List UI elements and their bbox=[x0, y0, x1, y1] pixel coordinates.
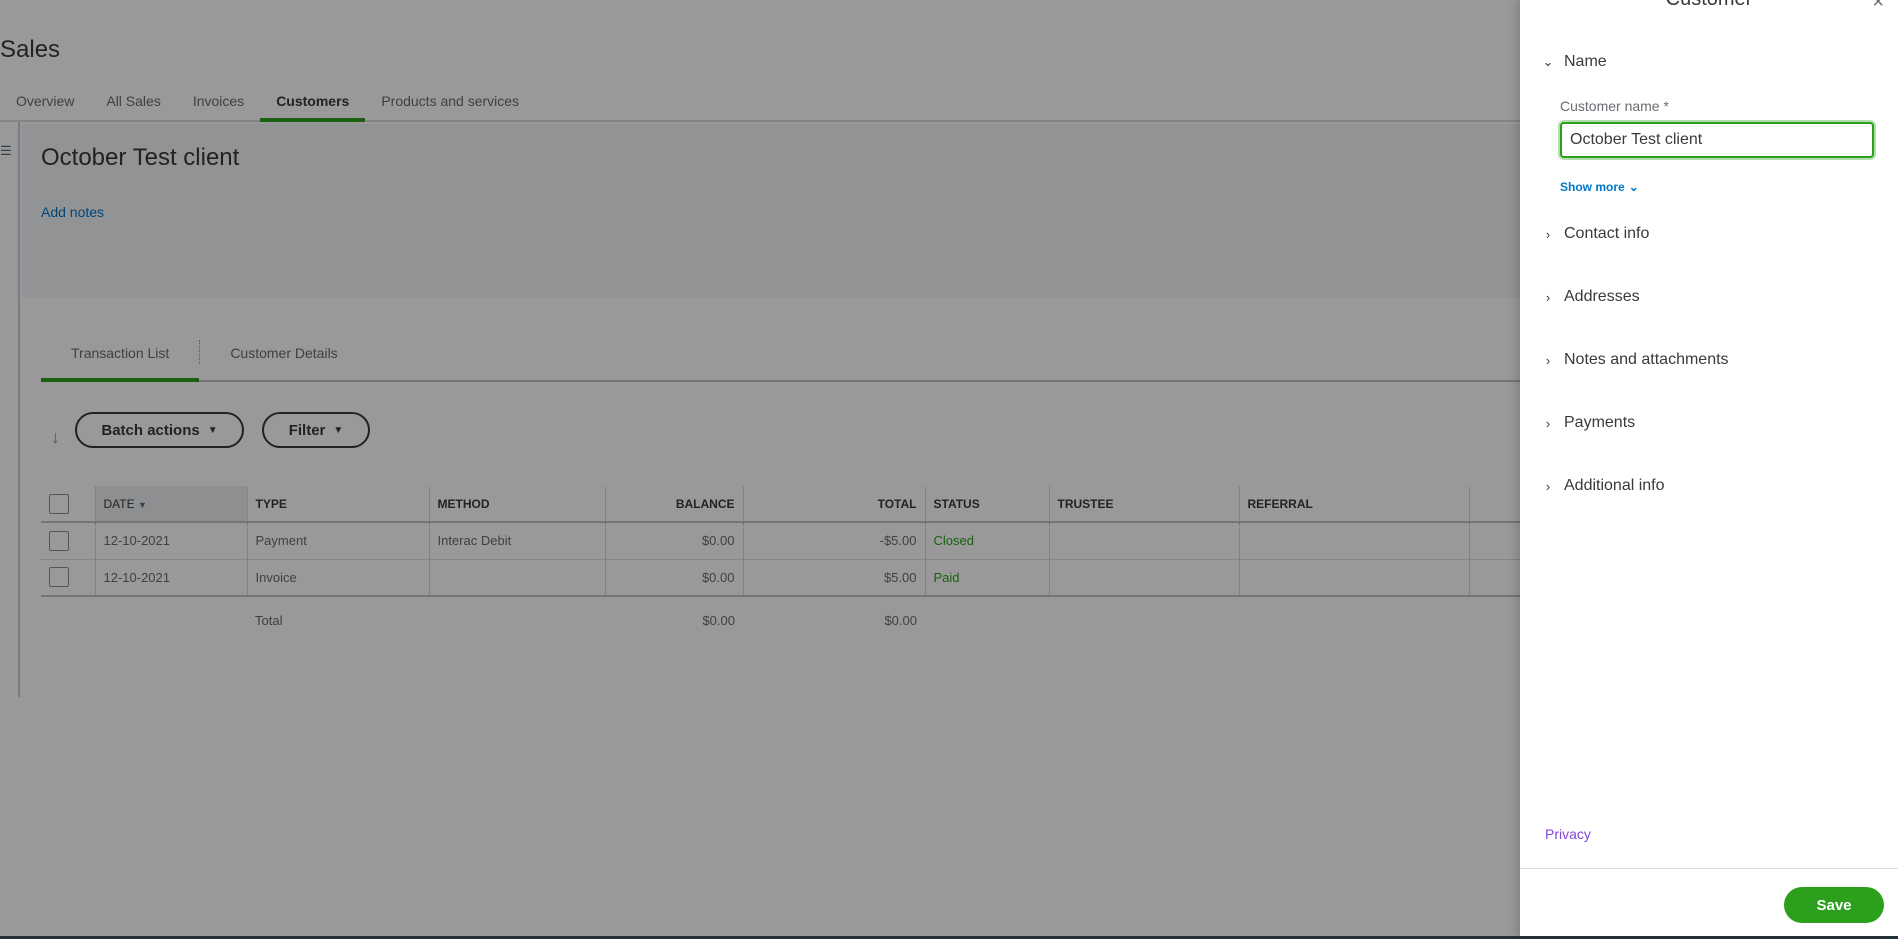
section-label: Notes and attachments bbox=[1564, 351, 1729, 368]
chevron-right-icon: › bbox=[1545, 478, 1551, 494]
section-label: Addresses bbox=[1564, 288, 1640, 305]
close-icon[interactable]: × bbox=[1872, 0, 1884, 14]
section-additional-info[interactable]: › Additional info bbox=[1542, 477, 1665, 495]
modal-overlay[interactable] bbox=[0, 0, 1520, 939]
show-more-link[interactable]: Show more ⌄ bbox=[1560, 180, 1639, 194]
chevron-down-icon: ⌄ bbox=[1628, 180, 1639, 194]
section-label: Payments bbox=[1564, 414, 1636, 431]
customer-name-label: Customer name * bbox=[1560, 98, 1669, 114]
section-label: Contact info bbox=[1564, 225, 1650, 242]
save-button[interactable]: Save bbox=[1784, 887, 1884, 923]
chevron-right-icon: › bbox=[1545, 415, 1551, 431]
show-more-label: Show more bbox=[1560, 180, 1625, 194]
customer-side-panel: Customer × ⌄ Name Customer name * Show m… bbox=[1520, 0, 1898, 939]
customer-name-input[interactable] bbox=[1560, 122, 1874, 158]
chevron-right-icon: › bbox=[1545, 289, 1551, 305]
section-notes-and-attachments[interactable]: › Notes and attachments bbox=[1542, 351, 1729, 369]
section-contact-info[interactable]: › Contact info bbox=[1542, 225, 1650, 243]
section-payments[interactable]: › Payments bbox=[1542, 414, 1635, 432]
chevron-right-icon: › bbox=[1545, 226, 1551, 242]
section-addresses[interactable]: › Addresses bbox=[1542, 288, 1640, 306]
section-label: Additional info bbox=[1564, 477, 1665, 494]
section-name-label: Name bbox=[1564, 53, 1607, 70]
panel-footer: Save bbox=[1520, 868, 1898, 939]
section-name-toggle[interactable]: ⌄ Name bbox=[1542, 53, 1607, 71]
panel-title: Customer bbox=[1520, 0, 1898, 11]
chevron-down-icon: ⌄ bbox=[1542, 54, 1554, 69]
privacy-link[interactable]: Privacy bbox=[1545, 826, 1591, 842]
chevron-right-icon: › bbox=[1545, 352, 1551, 368]
